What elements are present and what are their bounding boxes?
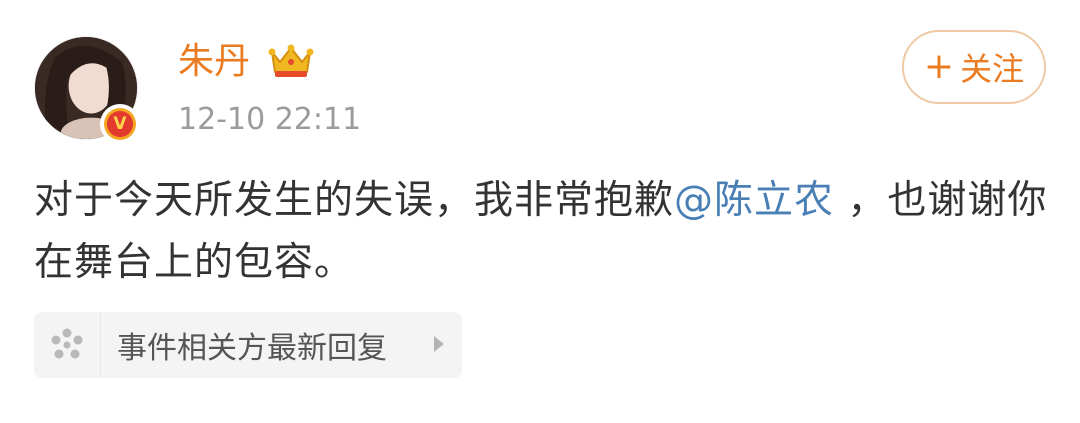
follow-button[interactable]: + 关注: [902, 30, 1046, 104]
event-replies-link[interactable]: 事件相关方最新回复: [34, 312, 462, 378]
author-name[interactable]: 朱丹: [178, 40, 250, 84]
chevron-right-icon: [434, 336, 444, 352]
verified-v-icon: V: [107, 111, 133, 137]
plus-icon: +: [923, 46, 955, 87]
crown-icon: [268, 44, 314, 77]
post-text-before: 对于今天所发生的失误，我非常抱歉: [34, 178, 675, 223]
event-link-label: 事件相关方最新回复: [117, 331, 387, 366]
weibo-post: V 朱丹 12-10 22:11 + 关注 对于今天所发生的失误，我非常抱歉@陈…: [0, 0, 1080, 423]
event-cluster-icon: [51, 328, 83, 359]
verified-badge: V: [100, 104, 140, 144]
post-content: 对于今天所发生的失误，我非常抱歉@陈立农 ，也谢谢你在舞台上的包容。: [34, 170, 1054, 294]
mention-link[interactable]: @陈立农: [674, 178, 834, 223]
follow-label: 关注: [960, 50, 1025, 88]
post-timestamp: 12-10 22:11: [178, 102, 362, 137]
event-icon-box: [34, 312, 101, 378]
